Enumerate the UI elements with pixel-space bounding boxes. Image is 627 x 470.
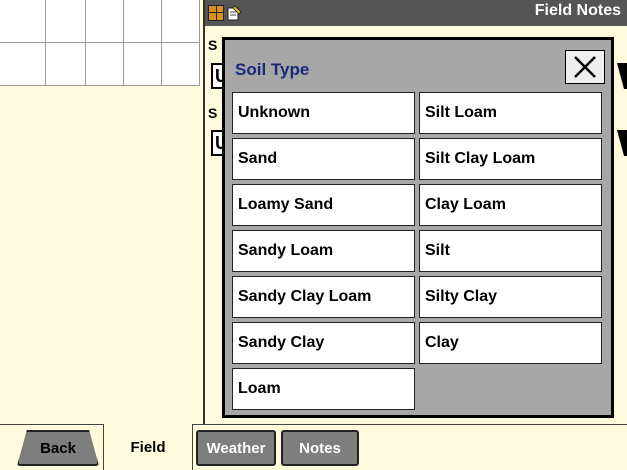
soil-option-sandy-clay[interactable]: Sandy Clay bbox=[232, 322, 415, 364]
soil-option-loamy-sand[interactable]: Loamy Sand bbox=[232, 184, 415, 226]
close-icon bbox=[574, 56, 596, 78]
soil-option-silt-loam[interactable]: Silt Loam bbox=[419, 92, 602, 134]
grid-cell[interactable] bbox=[46, 43, 86, 86]
panel-label-1: S bbox=[208, 37, 218, 53]
soil-option-sandy-loam[interactable]: Sandy Loam bbox=[232, 230, 415, 272]
grid-cell[interactable] bbox=[124, 0, 162, 43]
grid-map-icon[interactable] bbox=[208, 5, 224, 21]
soil-option-clay[interactable]: Clay bbox=[419, 322, 602, 364]
grid-cell[interactable] bbox=[124, 43, 162, 86]
soil-option-loam[interactable]: Loam bbox=[232, 368, 415, 410]
dropdown-arrow-icon[interactable] bbox=[617, 63, 627, 89]
soil-option-clay-loam[interactable]: Clay Loam bbox=[419, 184, 602, 226]
soil-type-dialog: Soil Type Unknown Silt Loam Sand Silt Cl… bbox=[222, 37, 614, 418]
back-button[interactable]: Back bbox=[17, 430, 99, 466]
soil-option-silt-clay-loam[interactable]: Silt Clay Loam bbox=[419, 138, 602, 180]
soil-option-silt[interactable]: Silt bbox=[419, 230, 602, 272]
dropdown-arrow-icon[interactable] bbox=[617, 130, 627, 156]
notes-pencil-icon[interactable] bbox=[226, 5, 242, 21]
soil-options-grid: Unknown Silt Loam Sand Silt Clay Loam Lo… bbox=[232, 92, 602, 410]
tab-weather[interactable]: Weather bbox=[196, 430, 276, 466]
grid-cell[interactable] bbox=[86, 43, 124, 86]
window-title: Field Notes bbox=[534, 2, 621, 19]
grid-cell[interactable] bbox=[46, 0, 86, 43]
grid-cell[interactable] bbox=[86, 0, 124, 43]
close-button[interactable] bbox=[565, 50, 605, 84]
soil-option-unknown[interactable]: Unknown bbox=[232, 92, 415, 134]
grid-cell[interactable] bbox=[0, 43, 46, 86]
soil-option-sandy-clay-loam[interactable]: Sandy Clay Loam bbox=[232, 276, 415, 318]
grid-cell[interactable] bbox=[162, 43, 200, 86]
tab-notes[interactable]: Notes bbox=[281, 430, 359, 466]
title-bar: Field Notes bbox=[203, 0, 627, 26]
grid-cell[interactable] bbox=[162, 0, 200, 43]
dialog-title: Soil Type bbox=[235, 60, 310, 79]
field-grid bbox=[0, 0, 200, 86]
soil-option-silty-clay[interactable]: Silty Clay bbox=[419, 276, 602, 318]
soil-option-sand[interactable]: Sand bbox=[232, 138, 415, 180]
panel-label-2: S bbox=[208, 105, 218, 121]
grid-cell[interactable] bbox=[0, 0, 46, 43]
tab-field[interactable]: Field bbox=[103, 424, 193, 470]
